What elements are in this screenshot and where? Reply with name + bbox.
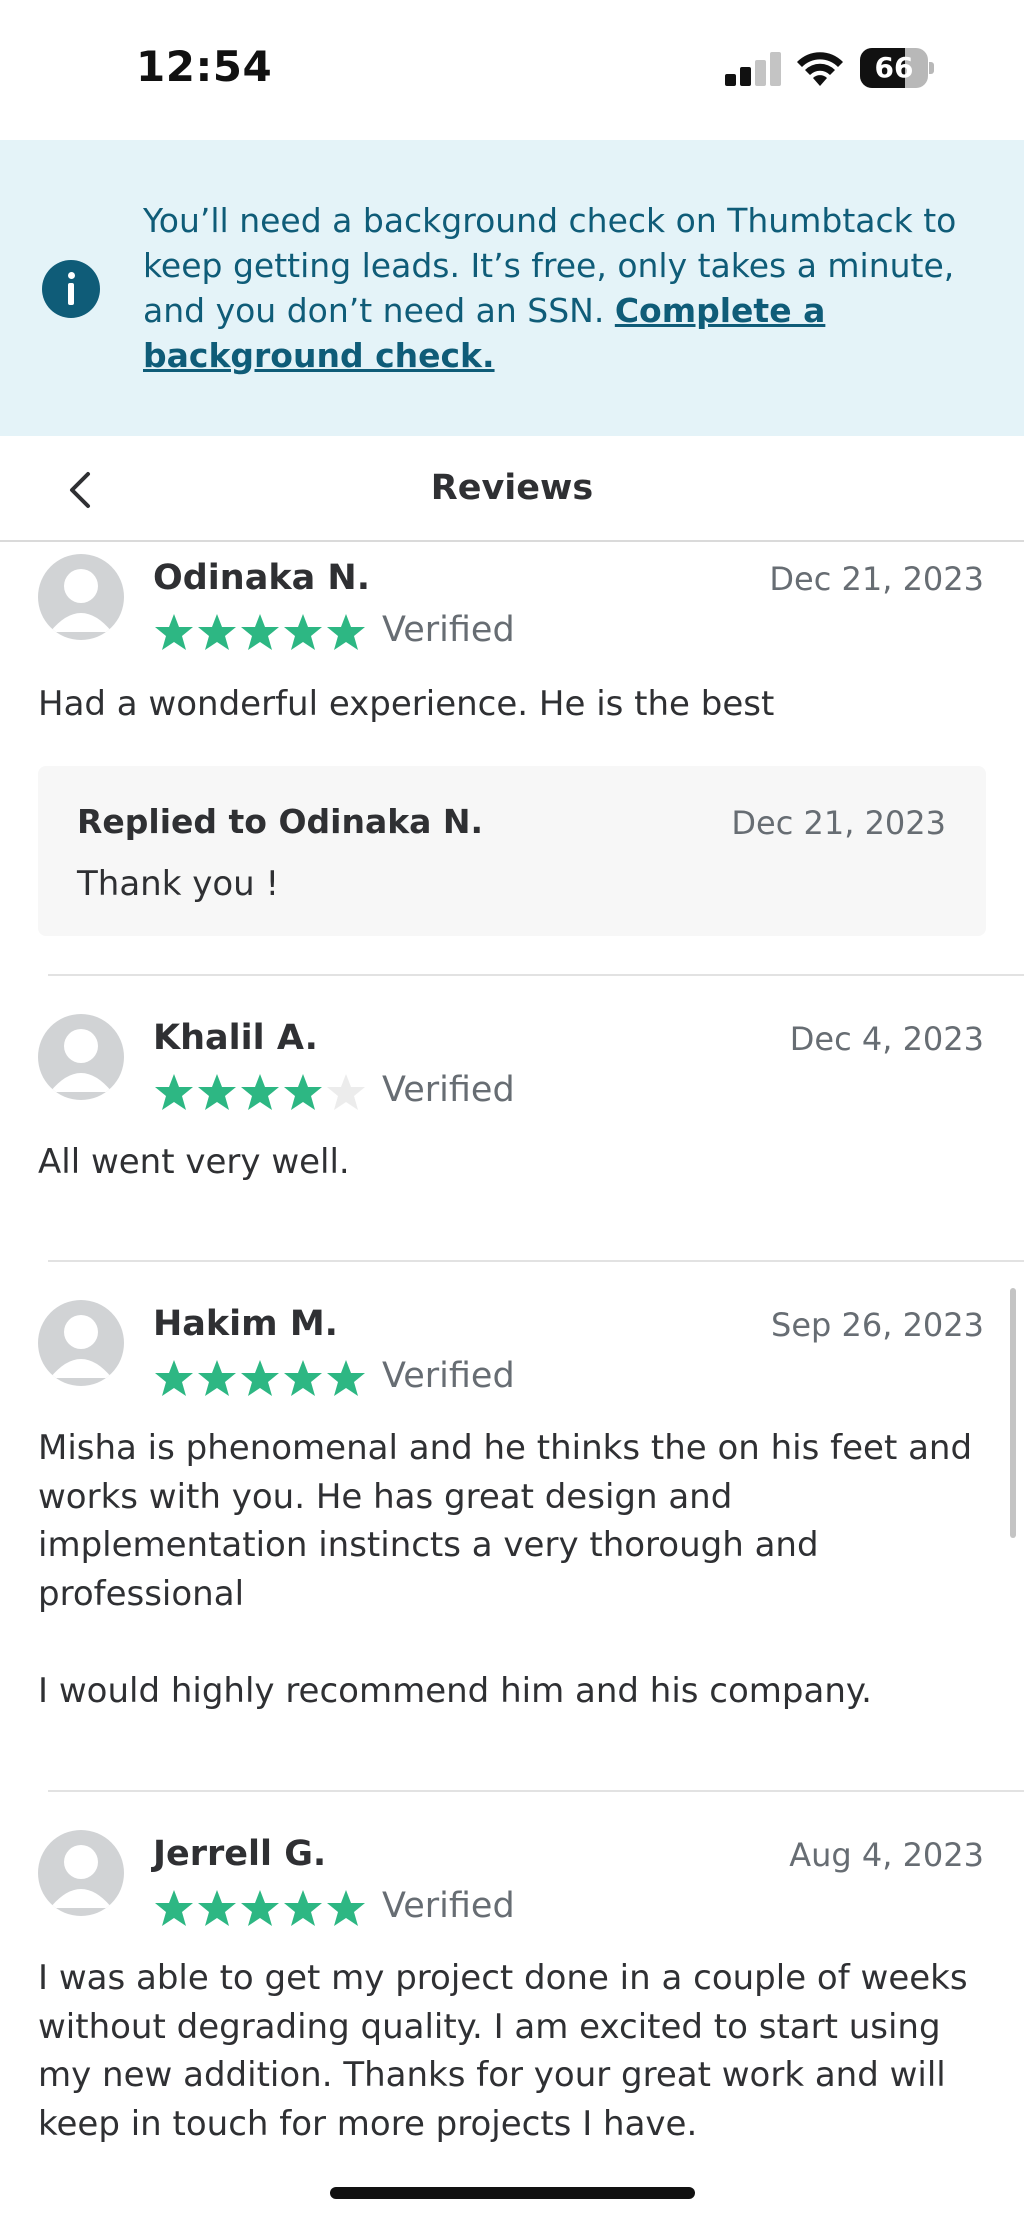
- star-filled-icon: [198, 614, 236, 650]
- battery-level: 66: [874, 51, 914, 84]
- star-filled-icon: [155, 1074, 193, 1110]
- star-rating: [153, 1072, 367, 1112]
- reply-date: Dec 21, 2023: [731, 804, 946, 842]
- banner-text: You’ll need a background check on Thumbt…: [143, 201, 957, 330]
- star-filled-icon: [198, 1074, 236, 1110]
- star-rating: [153, 612, 367, 652]
- verified-label: Verified: [382, 610, 515, 650]
- star-filled-icon: [327, 1890, 365, 1926]
- review-date: Dec 4, 2023: [789, 1020, 984, 1058]
- review-date: Aug 4, 2023: [789, 1836, 984, 1874]
- star-filled-icon: [327, 1360, 365, 1396]
- star-filled-icon: [284, 1074, 322, 1110]
- reviewer-name: Hakim M.: [153, 1304, 338, 1344]
- star-rating: [153, 1358, 367, 1398]
- nav-header: Reviews: [0, 436, 1024, 542]
- star-filled-icon: [241, 1360, 279, 1396]
- info-icon: [42, 260, 100, 318]
- wifi-icon: [797, 52, 843, 86]
- star-filled-icon: [198, 1360, 236, 1396]
- status-time: 12:54: [136, 42, 273, 91]
- star-filled-icon: [284, 614, 322, 650]
- avatar: [38, 1830, 124, 1916]
- review-text: I was able to get my project done in a c…: [38, 1958, 968, 2144]
- star-filled-icon: [241, 1890, 279, 1926]
- star-rating: [153, 1888, 367, 1928]
- star-empty-icon: [327, 1074, 365, 1110]
- star-filled-icon: [284, 1890, 322, 1926]
- cellular-signal-icon: [725, 52, 785, 86]
- page-title: Reviews: [430, 468, 594, 508]
- star-filled-icon: [327, 614, 365, 650]
- review-item: Odinaka N. Dec 21, 2023 Verified Had a w…: [0, 542, 1024, 974]
- review-item: Hakim M. Sep 26, 2023 Verified Misha is …: [0, 1262, 1024, 1790]
- verified-label: Verified: [382, 1356, 515, 1396]
- star-filled-icon: [155, 1360, 193, 1396]
- status-bar: 12:54 66: [0, 0, 1024, 140]
- reviewer-name: Khalil A.: [153, 1018, 318, 1058]
- review-item: Khalil A. Dec 4, 2023 Verified All went …: [0, 976, 1024, 1260]
- scrollbar[interactable]: [1010, 1288, 1016, 1538]
- avatar: [38, 1300, 124, 1386]
- banner-message: You’ll need a background check on Thumbt…: [143, 198, 993, 378]
- star-filled-icon: [198, 1890, 236, 1926]
- reviews-list[interactable]: Odinaka N. Dec 21, 2023 Verified Had a w…: [0, 542, 1024, 2162]
- reviewer-name: Odinaka N.: [153, 558, 371, 598]
- avatar: [38, 1014, 124, 1100]
- star-filled-icon: [241, 614, 279, 650]
- review-date: Dec 21, 2023: [769, 560, 984, 598]
- home-indicator[interactable]: [330, 2187, 695, 2199]
- battery-icon: 66: [860, 48, 934, 88]
- review-text: Had a wonderful experience. He is the be…: [38, 684, 775, 724]
- review-date: Sep 26, 2023: [771, 1306, 984, 1344]
- avatar: [38, 554, 124, 640]
- review-text: Misha is phenomenal and he thinks the on…: [38, 1428, 973, 1711]
- star-filled-icon: [241, 1074, 279, 1110]
- reply-title: Replied to Odinaka N.: [77, 802, 484, 841]
- verified-label: Verified: [382, 1886, 515, 1926]
- verified-label: Verified: [382, 1070, 515, 1110]
- reply-box: Replied to Odinaka N. Dec 21, 2023 Thank…: [38, 766, 986, 936]
- star-filled-icon: [155, 1890, 193, 1926]
- reply-text: Thank you !: [77, 864, 280, 904]
- reviewer-name: Jerrell G.: [153, 1834, 327, 1874]
- star-filled-icon: [284, 1360, 322, 1396]
- star-filled-icon: [155, 614, 193, 650]
- review-item: Jerrell G. Aug 4, 2023 Verified I was ab…: [0, 1792, 1024, 2162]
- review-text: All went very well.: [38, 1142, 350, 1182]
